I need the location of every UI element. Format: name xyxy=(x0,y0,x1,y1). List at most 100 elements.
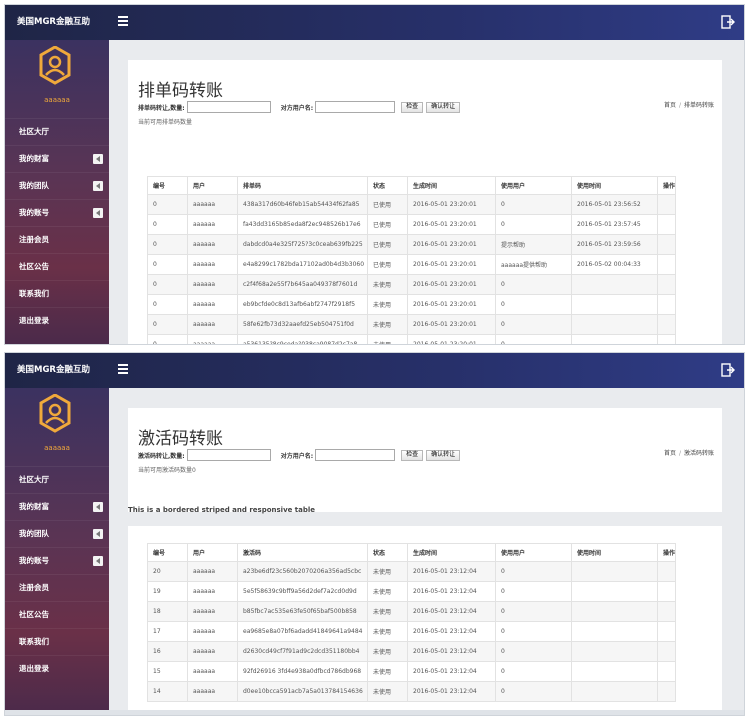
column-header[interactable]: 使用用户 xyxy=(495,176,572,195)
breadcrumb: 首页 / 排单码转账 xyxy=(663,102,714,109)
column-header[interactable]: 用户 xyxy=(187,176,238,195)
nav-contact[interactable]: 联系我们 xyxy=(5,280,109,307)
column-header[interactable]: 状态 xyxy=(367,543,408,562)
nav-contact[interactable]: 联系我们 xyxy=(5,628,109,655)
table-cell: 16 xyxy=(147,641,188,662)
transfer-form: 激活码转让,数量: 对方用户名: 检查 确认转让 xyxy=(138,449,463,461)
table-cell: ea9685e8a07bf6adadd41849641a9484 xyxy=(237,621,368,642)
nav-hall[interactable]: 社区大厅 xyxy=(5,118,109,145)
nav-account[interactable]: 我的账号 xyxy=(5,199,109,226)
table-cell: 2016-05-01 23:57:45 xyxy=(571,214,658,235)
check-button[interactable]: 检查 xyxy=(401,101,424,113)
table-cell: aaaaaa xyxy=(187,314,238,335)
table-cell: aaaaaa xyxy=(187,294,238,315)
table-cell: aaaaaa xyxy=(187,661,238,682)
nav-account-label: 我的账号 xyxy=(19,556,49,565)
table-cell: 14 xyxy=(147,681,188,702)
table-cell: 0 xyxy=(147,314,188,335)
nav-wealth[interactable]: 我的财富 xyxy=(5,493,109,520)
table-cell: aaaaaa提供帮助 xyxy=(495,254,572,275)
table-row: 0aaaaaaa536135?8c9ceda?038ca9087d2c7a8未使… xyxy=(147,334,677,344)
screenshot-activation-transfer: 美国MGR金融互助 aaaaaa 社区大厅 我的财富 我的团队 我的账号 注册会… xyxy=(4,352,745,716)
nav-wealth[interactable]: 我的财富 xyxy=(5,145,109,172)
column-header[interactable]: 使用时间 xyxy=(571,543,658,562)
table-cell: 58fe62fb73d32aaefd25eb504751f0d xyxy=(237,314,368,335)
confirm-transfer-button[interactable]: 确认转让 xyxy=(426,101,461,113)
nav-register[interactable]: 注册会员 xyxy=(5,574,109,601)
table-cell xyxy=(571,581,658,602)
column-header[interactable]: 操作 xyxy=(656,543,677,562)
recipient-input[interactable] xyxy=(315,449,396,461)
table-row: 0 aaaaaa e4a8299c1782bda17102ad0b4d3b3060 已… xyxy=(147,254,677,275)
code-table: 编号 用户 排单码 状态 生成时间 使用用户 使用时间 操作 0 aaaaaa 438a317d60… xyxy=(147,176,677,344)
hamburger-icon[interactable] xyxy=(118,16,128,27)
nav-team[interactable]: 我的团队 xyxy=(5,520,109,547)
column-header[interactable]: 编号 xyxy=(147,176,188,195)
nav-announcements[interactable]: 社区公告 xyxy=(5,601,109,628)
column-header[interactable]: 状态 xyxy=(367,176,408,195)
transfer-form: 排单码转让,数量: 对方用户名: 检查 确认转让 xyxy=(138,101,463,113)
top-navbar: 美国MGR金融互助 xyxy=(5,5,744,40)
table-cell: 2016-05-01 23:12:04 xyxy=(407,561,496,582)
table-cell: 2016-05-01 23:20:01 xyxy=(407,214,496,235)
confirm-transfer-button[interactable]: 确认转让 xyxy=(426,449,461,461)
table-cell: 2016-05-01 23:56:52 xyxy=(571,194,658,215)
column-header[interactable]: 使用时间 xyxy=(571,176,658,195)
column-header[interactable]: 排单码 xyxy=(237,176,368,195)
table-cell xyxy=(656,561,677,582)
count-input[interactable] xyxy=(186,101,271,113)
table-cell: 0 xyxy=(495,621,572,642)
nav-announcements[interactable]: 社区公告 xyxy=(5,253,109,280)
nav-wealth-label: 我的财富 xyxy=(19,154,49,163)
table-cell: aaaaaa xyxy=(187,334,238,344)
column-header[interactable]: 生成时间 xyxy=(407,176,496,195)
table-cell: 5e5f58639c9bff9a56d2def7a2cd0d9d xyxy=(237,581,368,602)
table-cell: 2016-05-01 23:12:04 xyxy=(407,661,496,682)
username: aaaaaa xyxy=(44,96,70,104)
hamburger-icon[interactable] xyxy=(118,364,128,375)
sidebar: aaaaaa 社区大厅 我的财富 我的团队 我的账号 注册会员 社区公告 联系我… xyxy=(5,40,109,344)
chevron-left-icon xyxy=(93,556,103,566)
table-cell: aaaaaa xyxy=(187,601,238,622)
chevron-left-icon xyxy=(93,181,103,191)
recipient-input[interactable] xyxy=(315,101,396,113)
table-cell xyxy=(571,661,658,682)
breadcrumb-current: 排单码转账 xyxy=(683,102,714,109)
nav-team[interactable]: 我的团队 xyxy=(5,172,109,199)
table-cell: 已使用 xyxy=(367,214,408,235)
column-header[interactable]: 用户 xyxy=(187,543,238,562)
column-header[interactable]: 操作 xyxy=(656,176,677,195)
main-content: 排单码转账 排单码转让,数量: 对方用户名: 检查 确认转让 当前可用排单码数量… xyxy=(109,40,744,344)
logout-icon[interactable] xyxy=(721,363,735,377)
nav-logout[interactable]: 退出登录 xyxy=(5,655,109,682)
logout-icon[interactable] xyxy=(721,15,735,29)
table-cell: aaaaaa xyxy=(187,561,238,582)
table-cell: a536135?8c9ceda?038ca9087d2c7a8 xyxy=(237,334,368,344)
column-header[interactable]: 使用用户 xyxy=(495,543,572,562)
nav-logout[interactable]: 退出登录 xyxy=(5,307,109,334)
nav-register[interactable]: 注册会员 xyxy=(5,226,109,253)
chevron-left-icon xyxy=(93,208,103,218)
brand-title[interactable]: 美国MGR金融互助 xyxy=(5,5,107,40)
table-cell: 2016-05-01 23:20:01 xyxy=(407,254,496,275)
column-header[interactable]: 生成时间 xyxy=(407,543,496,562)
page-title: 激活码转账 xyxy=(138,429,223,449)
table-cell: 未使用 xyxy=(367,621,408,642)
brand-title[interactable]: 美国MGR金融互助 xyxy=(5,353,107,388)
nav-hall[interactable]: 社区大厅 xyxy=(5,466,109,493)
column-header[interactable]: 激活码 xyxy=(237,543,368,562)
table-cell: 未使用 xyxy=(367,681,408,702)
table-cell xyxy=(571,641,658,662)
check-button[interactable]: 检查 xyxy=(401,449,424,461)
table-cell: 2016-05-01 23:20:01 xyxy=(407,294,496,315)
breadcrumb-home[interactable]: 首页 xyxy=(664,102,676,109)
nav-account[interactable]: 我的账号 xyxy=(5,547,109,574)
available-count-hint: 当前可用排单码数量 xyxy=(138,119,193,126)
table-cell: c2f4f68a2e55f7b645aa049378f7601d xyxy=(237,274,368,295)
profile-block: aaaaaa xyxy=(5,40,109,118)
column-header[interactable]: 编号 xyxy=(147,543,188,562)
table-cell: 2016-05-01 23:12:04 xyxy=(407,601,496,622)
breadcrumb-home[interactable]: 首页 xyxy=(664,450,676,457)
count-input[interactable] xyxy=(186,449,271,461)
table-cell: 20 xyxy=(147,561,188,582)
